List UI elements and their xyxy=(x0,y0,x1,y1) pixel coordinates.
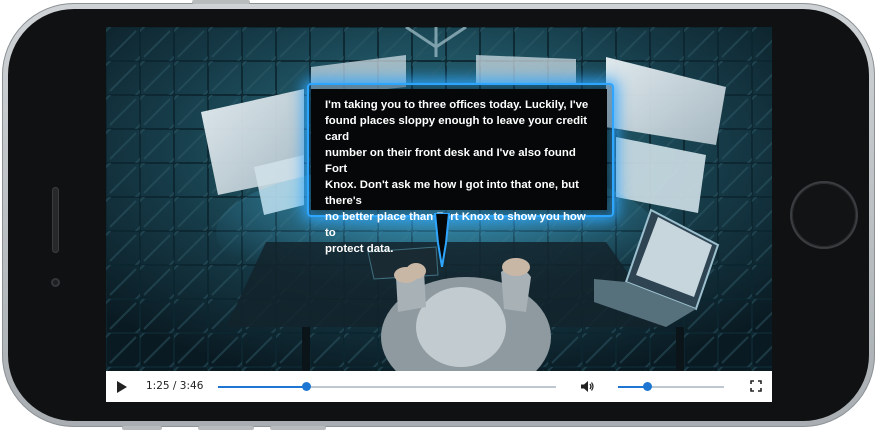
caption-line: found places sloppy enough to leave your… xyxy=(325,115,588,143)
seek-bar-progress xyxy=(218,386,306,388)
caption-pointer xyxy=(433,213,451,267)
time-display: 1:25 / 3:46 xyxy=(146,380,204,392)
caption-line: no better place than Fort Knox to show y… xyxy=(325,211,586,239)
volume-icon[interactable] xyxy=(580,380,594,393)
home-button[interactable] xyxy=(792,183,856,247)
caption-line: Knox. Don't ask me how I got into that o… xyxy=(325,179,579,207)
phone-speaker xyxy=(52,187,59,253)
play-icon[interactable] xyxy=(116,380,128,394)
fullscreen-icon[interactable] xyxy=(750,380,762,392)
volume-slider[interactable] xyxy=(618,382,724,391)
volume-slider-handle[interactable] xyxy=(642,382,652,391)
phone-side-button-bottom-3 xyxy=(270,426,326,430)
video-player[interactable]: I'm taking you to three offices today. L… xyxy=(106,27,772,402)
front-camera xyxy=(51,278,60,287)
phone-side-button-bottom-1 xyxy=(122,426,162,430)
caption-line: I'm taking you to three offices today. L… xyxy=(325,99,589,111)
player-control-bar: 1:25 / 3:46 xyxy=(106,371,772,402)
phone-side-button-bottom-2 xyxy=(198,426,254,430)
caption-line: number on their front desk and I've also… xyxy=(325,147,576,175)
caption-box: I'm taking you to three offices today. L… xyxy=(311,89,607,255)
caption-line: protect data. xyxy=(325,243,394,255)
phone-side-button-top xyxy=(192,0,250,4)
seek-bar[interactable] xyxy=(218,382,556,391)
seek-bar-handle[interactable] xyxy=(301,382,311,391)
